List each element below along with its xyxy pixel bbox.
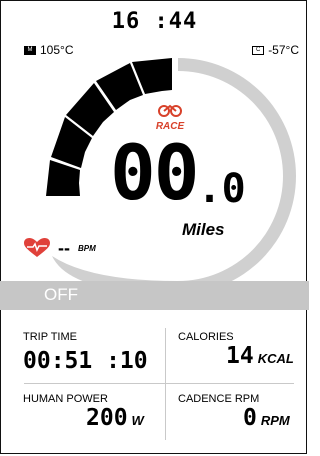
cadence-value: 0 xyxy=(243,405,257,431)
human-power-value: 200 xyxy=(86,405,128,431)
calories-value: 14 xyxy=(226,343,254,369)
calories-label: CALORIES xyxy=(178,331,234,343)
heart-rate-unit: BPM xyxy=(78,243,96,253)
speed-value: 00 xyxy=(110,128,200,217)
speed-decimal: .0 xyxy=(197,166,246,212)
trip-time-value: 00:51 :10 xyxy=(23,348,148,374)
speed-readout: 00 .0 xyxy=(110,130,246,216)
human-power-unit: W xyxy=(131,413,144,428)
calories-cell: CALORIES 14 KCAL xyxy=(178,331,294,369)
trip-time-cell: TRIP TIME 00:51 :10 xyxy=(23,331,148,374)
divider-vertical xyxy=(165,328,166,440)
heart-rate-value: -- xyxy=(58,238,70,258)
divider-horizontal xyxy=(24,383,294,384)
cadence-cell: CADENCE RPM 0 RPM xyxy=(178,393,290,431)
mode-label: OFF xyxy=(44,285,78,304)
cadence-label: CADENCE RPM xyxy=(178,393,260,405)
cycling-logo-icon xyxy=(158,104,182,117)
calories-unit: KCAL xyxy=(257,351,294,366)
mode-bar[interactable]: OFF xyxy=(0,281,309,310)
speed-unit: Miles xyxy=(182,220,225,239)
heart-rate: -- BPM xyxy=(24,238,96,258)
human-power-cell: HUMAN POWER 200 W xyxy=(23,393,144,431)
metrics-grid: TRIP TIME 00:51 :10 CALORIES 14 KCAL HUMA… xyxy=(0,320,309,456)
trip-time-label: TRIP TIME xyxy=(23,331,77,343)
cadence-unit: RPM xyxy=(260,413,290,428)
human-power-label: HUMAN POWER xyxy=(23,393,108,405)
heart-icon xyxy=(24,238,50,257)
